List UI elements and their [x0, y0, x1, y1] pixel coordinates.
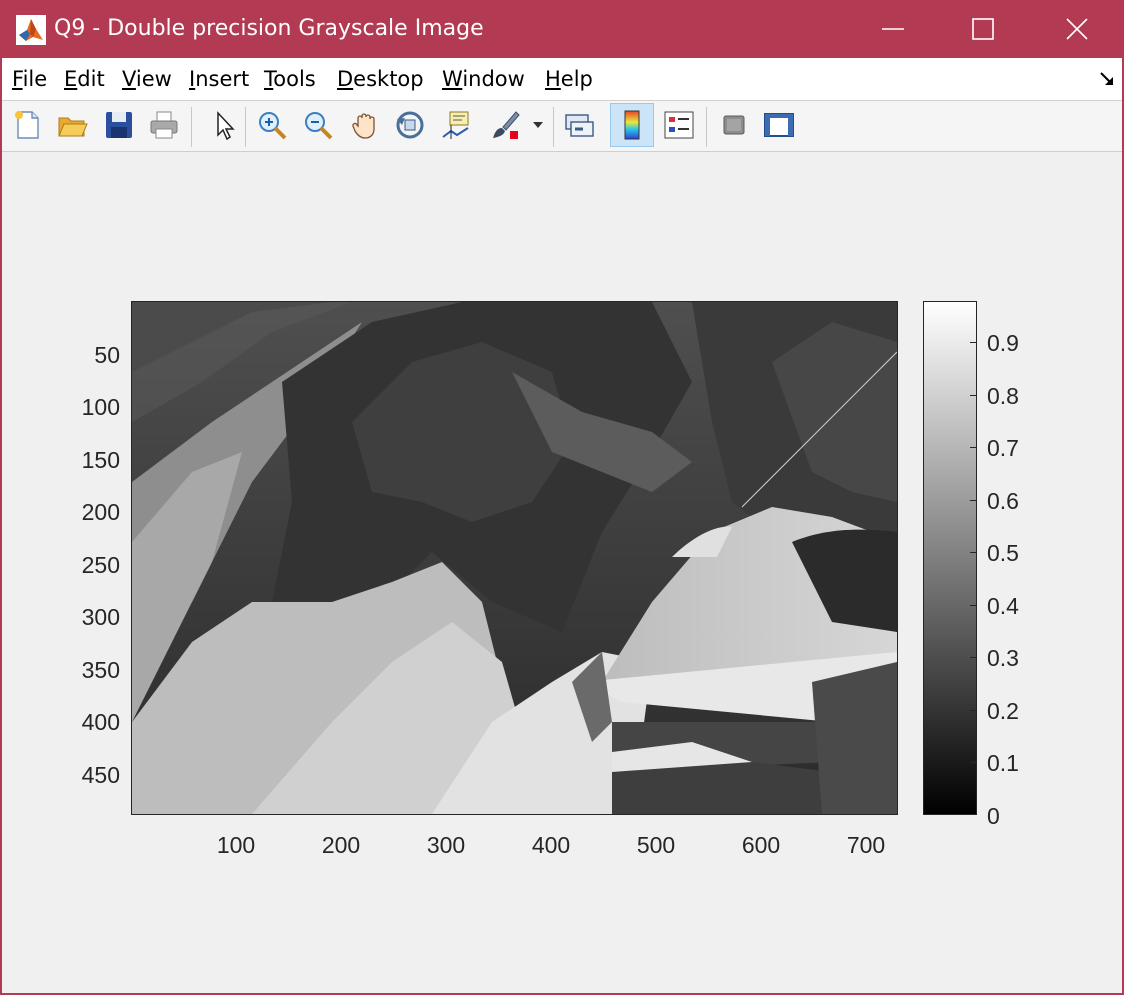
menu-tools[interactable]: Tools [264, 67, 316, 91]
menu-window[interactable]: Window [442, 67, 525, 91]
colorbar-tick-label: 0.7 [987, 435, 1019, 461]
menu-view[interactable]: View [122, 67, 172, 91]
colorbar-tick [970, 710, 976, 711]
figure-canvas: 50 100 150 200 250 300 350 400 450 100 2… [2, 152, 1122, 993]
colorbar-tick-label: 0.8 [987, 383, 1019, 409]
colorbar-tick-label: 0.5 [987, 540, 1019, 566]
dock-figure-icon[interactable] [1099, 71, 1115, 92]
zoom-out-button[interactable] [296, 103, 340, 147]
x-tick-label: 600 [741, 832, 781, 858]
menu-desktop[interactable]: Desktop [337, 67, 424, 91]
x-tick-label: 400 [531, 832, 571, 858]
open-file-button[interactable] [50, 103, 94, 147]
colorbar-tick [970, 500, 976, 501]
brush-dropdown-button[interactable] [530, 103, 550, 147]
minimize-button[interactable] [848, 0, 938, 58]
colorbar[interactable] [923, 301, 977, 815]
colorbar-tick [970, 395, 976, 396]
insert-colorbar-button[interactable] [610, 103, 654, 147]
figure-toolbar [2, 101, 1122, 152]
y-tick-label: 100 [81, 394, 120, 420]
figure-window: Q9 - Double precision Grayscale Image Fi… [0, 0, 1124, 995]
y-tick-label: 450 [81, 762, 120, 788]
toolbar-separator [245, 107, 246, 147]
colorbar-tick-label: 0.4 [987, 593, 1019, 619]
y-tick-label: 200 [81, 499, 120, 525]
toolbar-separator [553, 107, 554, 147]
pan-button[interactable] [343, 103, 387, 147]
colorbar-tick-label: 0.6 [987, 488, 1019, 514]
toolbar-separator [191, 107, 192, 147]
image-axes[interactable] [131, 301, 898, 815]
y-tick-label: 300 [81, 604, 120, 630]
menu-edit[interactable]: Edit [64, 67, 105, 91]
colorbar-tick-label: 0.2 [987, 698, 1019, 724]
colorbar-tick [970, 762, 976, 763]
y-tick-label: 350 [81, 657, 120, 683]
colorbar-tick-label: 0.1 [987, 750, 1019, 776]
menu-bar: File Edit View Insert Tools Desktop Wind… [2, 58, 1122, 101]
colorbar-tick-label: 0.9 [987, 330, 1019, 356]
y-tick-label: 250 [81, 552, 120, 578]
maximize-button[interactable] [938, 0, 1028, 58]
show-plot-tools-button[interactable] [757, 103, 801, 147]
colorbar-tick-label: 0.3 [987, 645, 1019, 671]
link-plot-button[interactable] [557, 103, 601, 147]
toolbar-separator [706, 107, 707, 147]
x-tick-label: 300 [426, 832, 466, 858]
colorbar-tick [970, 447, 976, 448]
menu-help[interactable]: Help [545, 67, 593, 91]
hide-plot-tools-button[interactable] [712, 103, 756, 147]
colorbar-tick-label: 0 [987, 803, 1000, 829]
y-tick-label: 400 [81, 709, 120, 735]
window-title: Q9 - Double precision Grayscale Image [54, 16, 484, 41]
matlab-icon [16, 15, 46, 45]
new-figure-button[interactable] [5, 103, 49, 147]
zoom-in-button[interactable] [250, 103, 294, 147]
title-bar[interactable]: Q9 - Double precision Grayscale Image [2, 0, 1122, 58]
grayscale-photo [132, 302, 897, 814]
save-button[interactable] [97, 103, 141, 147]
close-button[interactable] [1032, 0, 1122, 58]
insert-legend-button[interactable] [657, 103, 701, 147]
x-tick-label: 200 [321, 832, 361, 858]
colorbar-tick [970, 552, 976, 553]
colorbar-tick [970, 605, 976, 606]
print-button[interactable] [142, 103, 186, 147]
menu-file[interactable]: File [12, 67, 47, 91]
colorbar-tick [970, 657, 976, 658]
colorbar-tick [970, 342, 976, 343]
brush-button[interactable] [483, 103, 527, 147]
x-tick-label: 100 [216, 832, 256, 858]
x-tick-label: 700 [846, 832, 886, 858]
edit-plot-button[interactable] [200, 103, 244, 147]
x-tick-label: 500 [636, 832, 676, 858]
y-tick-label: 50 [94, 342, 120, 368]
data-cursor-button[interactable] [434, 103, 478, 147]
rotate-3d-button[interactable] [388, 103, 432, 147]
menu-insert[interactable]: Insert [189, 67, 249, 91]
y-tick-label: 150 [81, 447, 120, 473]
